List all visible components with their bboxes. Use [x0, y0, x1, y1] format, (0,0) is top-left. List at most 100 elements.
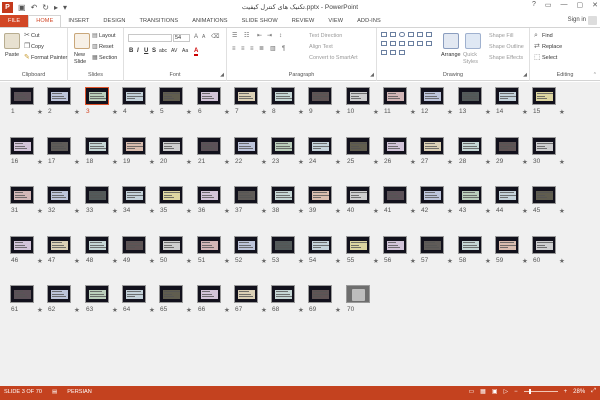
slide-transition-icon[interactable]: ★ [186, 108, 192, 116]
slide-thumbnail[interactable] [234, 186, 258, 204]
change-case-button[interactable]: Aa [182, 48, 188, 54]
slide-thumbnail[interactable] [458, 137, 482, 155]
align-center-icon[interactable]: ≡ [241, 46, 245, 52]
slide-thumbnail[interactable] [346, 236, 370, 254]
slide-transition-icon[interactable]: ★ [224, 306, 230, 314]
slide-thumbnail[interactable] [271, 186, 295, 204]
slide-thumbnail[interactable] [420, 236, 444, 254]
slide-thumbnail[interactable] [10, 137, 34, 155]
slide-transition-icon[interactable]: ★ [335, 207, 341, 215]
slide-thumbnail[interactable] [159, 87, 183, 105]
slide-thumbnail[interactable] [159, 186, 183, 204]
slide-transition-icon[interactable]: ★ [447, 207, 453, 215]
shrink-font-icon[interactable]: A [202, 35, 205, 40]
paste-label[interactable]: Paste [5, 52, 19, 58]
slide-transition-icon[interactable]: ★ [186, 306, 192, 314]
tab-insert[interactable]: INSERT [61, 15, 96, 27]
slide-transition-icon[interactable]: ★ [522, 207, 528, 215]
slide-sorter[interactable]: 1 ★ 2 ★ 3 ★ 4 ★ 5 ★ 6 ★ 7 ★ 8 ★ 9 ★ 10 ★ 11 ★ 12 ★ 13 ★ 14 ★ 15 ★ 16 ★ 1… [0, 82, 600, 386]
shape-star-icon[interactable] [390, 41, 396, 46]
shapes-gallery[interactable] [381, 32, 439, 64]
slide-thumbnail[interactable] [308, 137, 332, 155]
paragraph-dialog-launcher-icon[interactable]: ◢ [370, 72, 374, 78]
bold-button[interactable]: B [129, 48, 133, 54]
slide-transition-icon[interactable]: ★ [522, 257, 528, 265]
slide-transition-icon[interactable]: ★ [485, 158, 491, 166]
tab-view[interactable]: VIEW [321, 15, 350, 27]
slide-transition-icon[interactable]: ★ [373, 257, 379, 265]
slide-thumbnail[interactable] [308, 87, 332, 105]
tab-home[interactable]: HOME [28, 15, 62, 27]
slide-thumbnail[interactable] [346, 87, 370, 105]
grow-font-icon[interactable]: A [194, 34, 198, 40]
slide-transition-icon[interactable]: ★ [224, 257, 230, 265]
slide-thumbnail[interactable] [197, 236, 221, 254]
slide-transition-icon[interactable]: ★ [559, 158, 565, 166]
slide-transition-icon[interactable]: ★ [298, 158, 304, 166]
slide-thumbnail[interactable] [383, 87, 407, 105]
slide-thumbnail[interactable] [122, 285, 146, 303]
slide-transition-icon[interactable]: ★ [37, 207, 43, 215]
slide-thumbnail[interactable] [159, 137, 183, 155]
slide-thumbnail[interactable] [47, 137, 71, 155]
slide-thumbnail[interactable] [458, 236, 482, 254]
new-slide-button-line2[interactable]: Slide [74, 59, 86, 65]
align-left-icon[interactable]: ≡ [232, 46, 236, 52]
slide-transition-icon[interactable]: ★ [373, 158, 379, 166]
close-icon[interactable]: ✕ [592, 1, 598, 9]
ltr-icon[interactable]: ¶ [282, 46, 285, 52]
slide-thumbnail[interactable] [532, 236, 556, 254]
slide-transition-icon[interactable]: ★ [522, 158, 528, 166]
slide-thumbnail[interactable] [271, 285, 295, 303]
font-color-button[interactable]: A [194, 48, 199, 56]
slide-transition-icon[interactable]: ★ [149, 108, 155, 116]
slide-transition-icon[interactable]: ★ [149, 158, 155, 166]
slide-transition-icon[interactable]: ★ [485, 257, 491, 265]
underline-button[interactable]: U [144, 48, 148, 54]
slide-transition-icon[interactable]: ★ [261, 108, 267, 116]
shape-oval-icon[interactable] [399, 32, 405, 37]
slide-thumbnail[interactable] [197, 87, 221, 105]
slide-thumbnail[interactable] [85, 236, 109, 254]
slide-thumbnail[interactable] [85, 186, 109, 204]
slide-thumbnail[interactable] [85, 285, 109, 303]
layout-button[interactable]: Layout [99, 33, 116, 39]
slide-transition-icon[interactable]: ★ [335, 108, 341, 116]
find-button[interactable]: Find [542, 33, 553, 39]
arrange-button[interactable]: Arrange [441, 52, 461, 58]
slide-transition-icon[interactable]: ★ [37, 306, 43, 314]
slide-transition-icon[interactable]: ★ [74, 158, 80, 166]
collapse-ribbon-icon[interactable]: ⌃ [593, 72, 597, 78]
shape-textbox-icon[interactable] [381, 50, 387, 55]
font-dialog-launcher-icon[interactable]: ◢ [220, 72, 224, 78]
cut-button[interactable]: Cut [31, 33, 40, 39]
slide-transition-icon[interactable]: ★ [74, 108, 80, 116]
slide-thumbnail[interactable] [122, 186, 146, 204]
slide-show-view-icon[interactable]: ▷ [504, 388, 509, 395]
slide-transition-icon[interactable]: ★ [261, 257, 267, 265]
zoom-slider-thumb[interactable] [528, 389, 531, 394]
slide-thumbnail[interactable] [271, 87, 295, 105]
zoom-level[interactable]: 28% [573, 389, 585, 395]
arrange-icon[interactable] [443, 33, 459, 49]
shape-line-icon[interactable] [408, 32, 414, 37]
slide-thumbnail[interactable] [458, 186, 482, 204]
slide-thumbnail[interactable] [308, 285, 332, 303]
format-painter-button[interactable]: Format Painter [31, 55, 67, 61]
quick-styles-icon[interactable] [465, 33, 481, 49]
align-text-button[interactable]: Align Text [309, 44, 333, 50]
slide-transition-icon[interactable]: ★ [559, 257, 565, 265]
slide-transition-icon[interactable]: ★ [112, 306, 118, 314]
slide-transition-icon[interactable]: ★ [112, 257, 118, 265]
account-icon[interactable] [588, 16, 597, 25]
slide-transition-icon[interactable]: ★ [373, 108, 379, 116]
new-slide-button[interactable]: New [74, 52, 85, 58]
slide-transition-icon[interactable]: ★ [224, 158, 230, 166]
normal-view-icon[interactable]: ▭ [469, 388, 475, 395]
zoom-in-icon[interactable]: + [564, 389, 568, 395]
spelling-icon[interactable]: ▤ [52, 389, 57, 395]
slide-thumbnail[interactable] [159, 236, 183, 254]
slide-thumbnail[interactable] [47, 236, 71, 254]
character-spacing-button[interactable]: AV [171, 48, 177, 54]
slide-transition-icon[interactable]: ★ [335, 306, 341, 314]
